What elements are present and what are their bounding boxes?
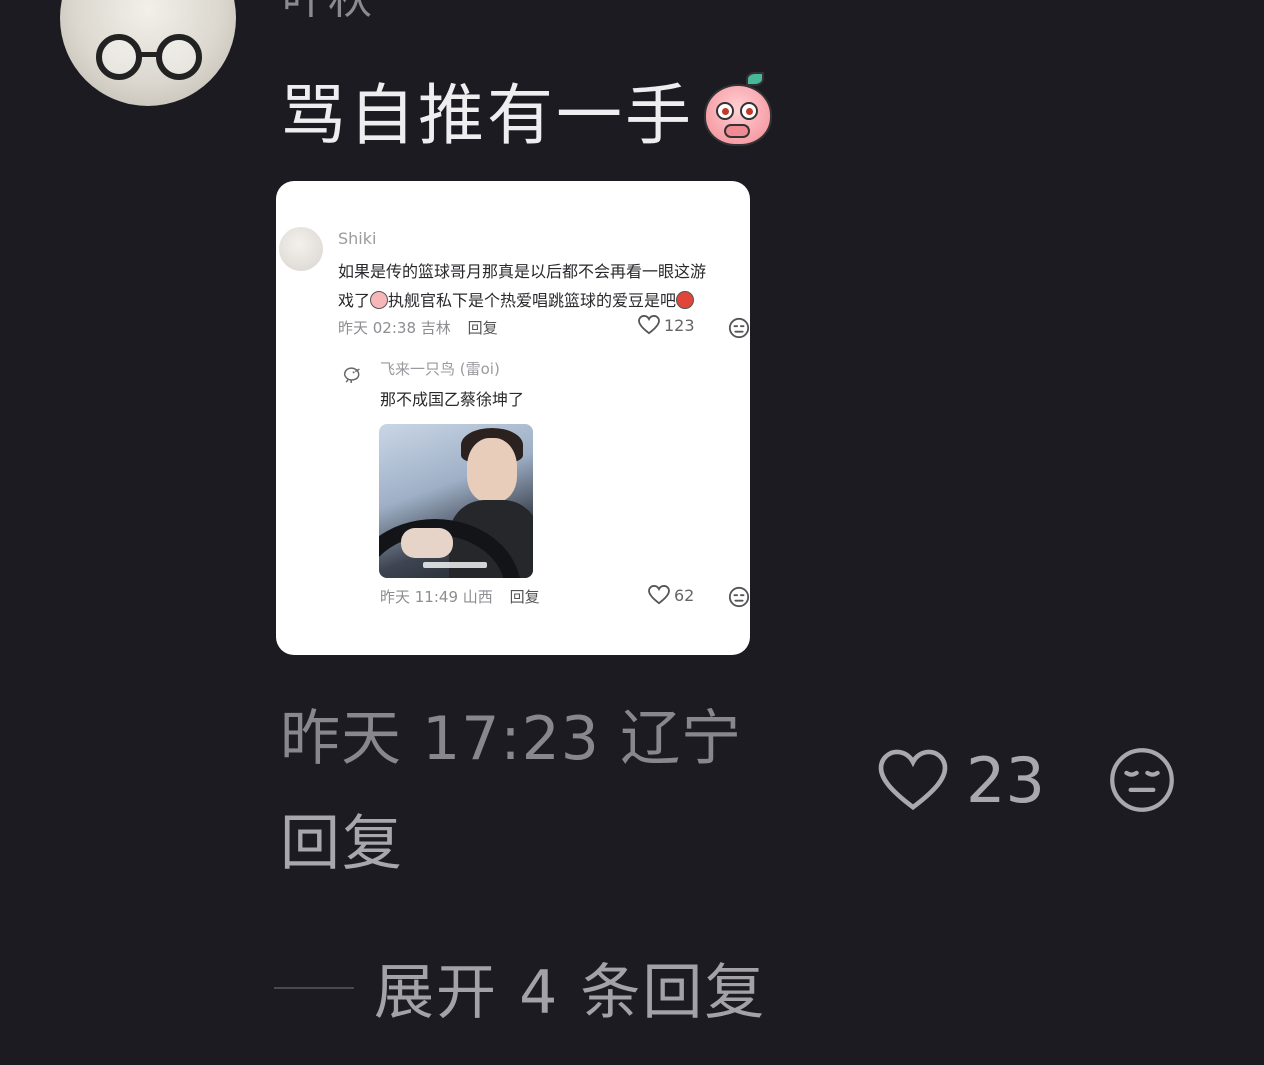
avatar-glasses-left bbox=[96, 34, 142, 80]
avatar-glasses-right bbox=[156, 34, 202, 80]
devil-emoji-icon bbox=[676, 291, 695, 309]
comment-time: 昨天 17:23 bbox=[280, 704, 600, 774]
embedded-reply-username: 飞来一只鸟 (雷oi) bbox=[380, 360, 500, 378]
embedded-reply-like: 62 bbox=[648, 585, 694, 605]
embedded-time: 昨天 02:38 bbox=[338, 319, 416, 337]
expand-divider bbox=[274, 986, 354, 989]
embedded-reply: 回复 bbox=[467, 319, 498, 337]
embedded-text-line2a: 戏了 bbox=[338, 291, 371, 310]
bird-avatar-icon bbox=[343, 367, 360, 383]
comment-body: 骂自推有一手 bbox=[280, 62, 774, 158]
like-button[interactable]: 23 bbox=[878, 744, 1045, 817]
heart-icon bbox=[878, 749, 948, 810]
neutral-face-icon bbox=[728, 317, 750, 339]
neutral-face-icon bbox=[728, 586, 750, 608]
embedded-reply-like-count: 62 bbox=[674, 585, 695, 605]
expand-replies-label[interactable]: 展开 4 条回复 bbox=[374, 944, 766, 1031]
expand-replies[interactable]: 展开 4 条回复 bbox=[274, 944, 766, 1031]
embedded-location: 吉林 bbox=[420, 319, 451, 337]
attached-image[interactable]: Shiki 如果是传的篮球哥月那真是以后都不会再看一眼这游 戏了 执舰官私下是个热… bbox=[276, 181, 750, 655]
embedded-reply-location: 山西 bbox=[462, 588, 493, 606]
reply-button[interactable]: 回复 bbox=[280, 795, 404, 882]
embedded-reply-meta: 昨天 11:49 山西 回复 bbox=[380, 586, 540, 607]
embedded-meta: 昨天 02:38 吉林 回复 bbox=[338, 317, 498, 338]
embedded-reply-photo bbox=[379, 424, 533, 578]
heart-icon bbox=[648, 585, 670, 605]
embedded-reply-text: 那不成国乙蔡徐坤了 bbox=[380, 390, 525, 409]
embedded-reply-time: 昨天 11:49 bbox=[380, 588, 458, 606]
crying-emoji-icon bbox=[370, 291, 389, 309]
comment-username[interactable]: 叶秋 bbox=[282, 0, 374, 26]
embedded-like: 123 bbox=[638, 315, 695, 335]
embedded-text-line2b: 执舰官私下是个热爱唱跳篮球的爱豆是吧 bbox=[388, 291, 677, 310]
embedded-comment-text: 如果是传的篮球哥月那真是以后都不会再看一眼这游 戏了 执舰官私下是个热爱唱跳篮球的… bbox=[338, 257, 750, 315]
comment-meta: 昨天 17:23 辽宁 bbox=[280, 690, 742, 777]
embedded-username: Shiki bbox=[338, 229, 377, 248]
heart-icon bbox=[638, 315, 660, 335]
embedded-reply-reply: 回复 bbox=[509, 588, 540, 606]
user-avatar[interactable] bbox=[60, 0, 236, 106]
comment-location: 辽宁 bbox=[620, 704, 743, 774]
dislike-face-icon[interactable] bbox=[1108, 746, 1176, 814]
like-count: 23 bbox=[966, 744, 1045, 817]
comment-text: 骂自推有一手 bbox=[280, 77, 694, 154]
peach-surprised-emoji-icon bbox=[702, 72, 774, 148]
embedded-like-count: 123 bbox=[664, 315, 695, 335]
embedded-text-line1: 如果是传的篮球哥月那真是以后都不会再看一眼这游 bbox=[338, 262, 707, 281]
embedded-avatar bbox=[279, 227, 323, 271]
